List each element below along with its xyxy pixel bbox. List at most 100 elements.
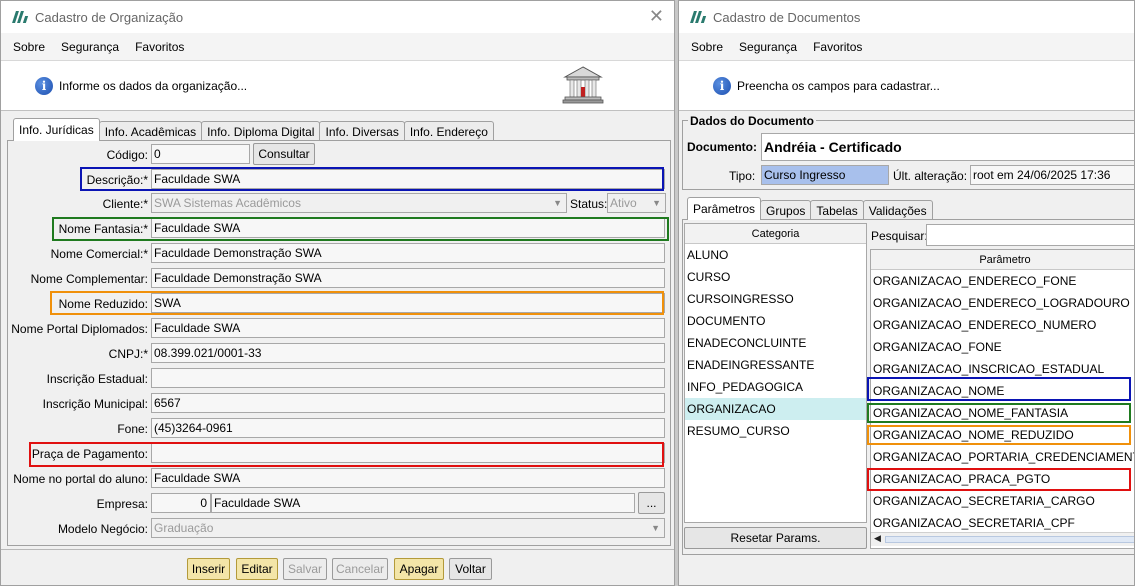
nome-portal-aluno-field[interactable]: Faculdade SWA bbox=[151, 468, 665, 488]
info-bar: i Preencha os campos para cadastrar... bbox=[679, 61, 1134, 111]
tipo-field[interactable]: Curso Ingresso bbox=[761, 165, 889, 185]
close-icon[interactable]: ✕ bbox=[649, 7, 664, 25]
empresa-name-field[interactable]: Faculdade SWA bbox=[211, 493, 635, 513]
categoria-item[interactable]: DOCUMENTO bbox=[685, 310, 866, 332]
tab-tabelas[interactable]: Tabelas bbox=[810, 200, 864, 220]
nome-comercial-field[interactable]: Faculdade Demonstração SWA bbox=[151, 243, 665, 263]
fone-field[interactable]: (45)3264-0961 bbox=[151, 418, 665, 438]
codigo-field[interactable]: 0 bbox=[151, 144, 250, 164]
inscricao-estadual-label: Inscrição Estadual: bbox=[46, 372, 148, 386]
nome-comercial-label: Nome Comercial:* bbox=[50, 247, 148, 261]
cliente-label: Cliente:* bbox=[102, 197, 148, 211]
salvar-button[interactable]: Salvar bbox=[283, 558, 327, 580]
parametro-item[interactable]: ORGANIZACAO_SECRETARIA_CPF bbox=[871, 512, 1134, 534]
parametro-item[interactable]: ORGANIZACAO_INSCRICAO_ESTADUAL bbox=[871, 358, 1134, 380]
nome-portal-diplomados-field[interactable]: Faculdade SWA bbox=[151, 318, 665, 338]
menu-favoritos[interactable]: Favoritos bbox=[135, 40, 184, 54]
cliente-value: SWA Sistemas Acadêmicos bbox=[154, 196, 301, 210]
tab-info-academicas[interactable]: Info. Acadêmicas bbox=[98, 121, 203, 141]
categoria-item[interactable]: ALUNO bbox=[685, 244, 866, 266]
status-select[interactable]: Ativo ▼ bbox=[607, 193, 666, 213]
cliente-select[interactable]: SWA Sistemas Acadêmicos ▼ bbox=[151, 193, 567, 213]
inscricao-municipal-label: Inscrição Municipal: bbox=[42, 397, 148, 411]
nome-reduzido-field[interactable]: SWA bbox=[151, 293, 665, 313]
parametro-item[interactable]: ORGANIZACAO_NOME_FANTASIA bbox=[871, 402, 1134, 424]
empresa-lookup-button[interactable]: ... bbox=[638, 492, 665, 514]
menu-seguranca[interactable]: Segurança bbox=[61, 40, 119, 54]
nome-fantasia-field[interactable]: Faculdade SWA bbox=[151, 218, 665, 238]
categoria-list[interactable]: Categoria ALUNO CURSO CURSOINGRESSO DOCUMEN… bbox=[684, 223, 867, 523]
parametro-item[interactable]: ORGANIZACAO_SECRETARIA_CARGO bbox=[871, 490, 1134, 512]
descricao-field[interactable]: Faculdade SWA bbox=[151, 169, 665, 189]
ult-alteracao-label: Últ. alteração: bbox=[893, 169, 968, 183]
categoria-item[interactable]: CURSOINGRESSO bbox=[685, 288, 866, 310]
menu-bar: Sobre Segurança Favoritos bbox=[1, 33, 674, 61]
scroll-thumb[interactable] bbox=[885, 536, 1134, 543]
modelo-negocio-value: Graduação bbox=[154, 521, 214, 535]
nome-reduzido-label: Nome Reduzido: bbox=[58, 297, 148, 311]
pesquisar-input[interactable] bbox=[926, 224, 1134, 246]
info-message: Informe os dados da organização... bbox=[59, 78, 248, 93]
status-value: Ativo bbox=[610, 196, 637, 210]
dados-documento-title: Dados do Documento bbox=[688, 114, 817, 128]
parametro-item[interactable]: ORGANIZACAO_NOME_REDUZIDO bbox=[871, 424, 1134, 446]
modelo-negocio-select[interactable]: Graduação ▼ bbox=[151, 518, 665, 538]
parametro-item[interactable]: ORGANIZACAO_PRACA_PGTO bbox=[871, 468, 1134, 490]
menu-sobre[interactable]: Sobre bbox=[691, 40, 723, 54]
cnpj-field[interactable]: 08.399.021/0001-33 bbox=[151, 343, 665, 363]
categoria-item[interactable]: RESUMO_CURSO bbox=[685, 420, 866, 442]
horizontal-scrollbar[interactable]: ◀ bbox=[871, 532, 1134, 546]
tab-info-diploma-digital[interactable]: Info. Diploma Digital bbox=[201, 121, 321, 141]
scroll-left-icon[interactable]: ◀ bbox=[874, 533, 881, 544]
empresa-code-field[interactable]: 0 bbox=[151, 493, 211, 513]
tab-info-diversas[interactable]: Info. Diversas bbox=[319, 121, 405, 141]
parametro-item[interactable]: ORGANIZACAO_PORTARIA_CREDENCIAMENTO bbox=[871, 446, 1134, 468]
documento-field[interactable]: Andréia - Certificado bbox=[761, 133, 1134, 161]
categoria-item[interactable]: CURSO bbox=[685, 266, 866, 288]
codigo-label: Código: bbox=[106, 148, 148, 162]
chevron-down-icon: ▼ bbox=[652, 198, 661, 208]
menu-favoritos[interactable]: Favoritos bbox=[813, 40, 862, 54]
categoria-item[interactable]: ORGANIZACAO bbox=[685, 398, 866, 420]
categoria-item[interactable]: INFO_PEDAGOGICA bbox=[685, 376, 866, 398]
tab-info-endereco[interactable]: Info. Endereço bbox=[403, 121, 494, 141]
inscricao-estadual-field[interactable] bbox=[151, 368, 665, 388]
tab-parametros[interactable]: Parâmetros bbox=[687, 197, 762, 220]
tab-grupos[interactable]: Grupos bbox=[760, 200, 812, 220]
info-icon: i bbox=[35, 76, 53, 95]
window-title: Cadastro de Documentos bbox=[713, 9, 861, 25]
categoria-header: Categoria bbox=[685, 224, 866, 244]
info-icon: i bbox=[713, 76, 731, 95]
tipo-label: Tipo: bbox=[729, 169, 756, 183]
consultar-button[interactable]: Consultar bbox=[253, 143, 315, 165]
menu-sobre[interactable]: Sobre bbox=[13, 40, 45, 54]
chevron-down-icon: ▼ bbox=[553, 198, 562, 208]
parametro-list[interactable]: Parâmetro ORGANIZACAO_ENDERECO_FONE ORGAN… bbox=[870, 249, 1134, 549]
parametro-item[interactable]: ORGANIZACAO_FONE bbox=[871, 336, 1134, 358]
editar-button[interactable]: Editar bbox=[236, 558, 278, 580]
cancelar-button[interactable]: Cancelar bbox=[332, 558, 388, 580]
menu-seguranca[interactable]: Segurança bbox=[739, 40, 797, 54]
cnpj-label: CNPJ:* bbox=[108, 347, 148, 361]
inserir-button[interactable]: Inserir bbox=[187, 558, 230, 580]
descricao-label: Descrição:* bbox=[86, 173, 148, 187]
parametro-item[interactable]: ORGANIZACAO_ENDERECO_FONE bbox=[871, 270, 1134, 292]
inscricao-municipal-field[interactable]: 6567 bbox=[151, 393, 665, 413]
parametro-item[interactable]: ORGANIZACAO_NOME bbox=[871, 380, 1134, 402]
modelo-negocio-label: Modelo Negócio: bbox=[57, 522, 148, 536]
parametro-item[interactable]: ORGANIZACAO_ENDERECO_LOGRADOURO bbox=[871, 292, 1134, 314]
voltar-button[interactable]: Voltar bbox=[449, 558, 492, 580]
nome-portal-diplomados-label: Nome Portal Diplomados: bbox=[11, 322, 148, 336]
resetar-params-button[interactable]: Resetar Params. bbox=[684, 527, 867, 549]
tab-info-juridicas[interactable]: Info. Jurídicas bbox=[13, 118, 100, 141]
nome-portal-aluno-label: Nome no portal do aluno: bbox=[13, 472, 148, 486]
apagar-button[interactable]: Apagar bbox=[394, 558, 444, 580]
categoria-item[interactable]: ENADECONCLUINTE bbox=[685, 332, 866, 354]
nome-complementar-field[interactable]: Faculdade Demonstração SWA bbox=[151, 268, 665, 288]
categoria-item[interactable]: ENADEINGRESSANTE bbox=[685, 354, 866, 376]
praca-pagamento-field[interactable] bbox=[151, 443, 665, 463]
pesquisar-label: Pesquisar: bbox=[871, 229, 928, 243]
fone-label: Fone: bbox=[117, 422, 148, 436]
parametro-item[interactable]: ORGANIZACAO_ENDERECO_NUMERO bbox=[871, 314, 1134, 336]
tab-validacoes[interactable]: Validações bbox=[862, 200, 933, 220]
